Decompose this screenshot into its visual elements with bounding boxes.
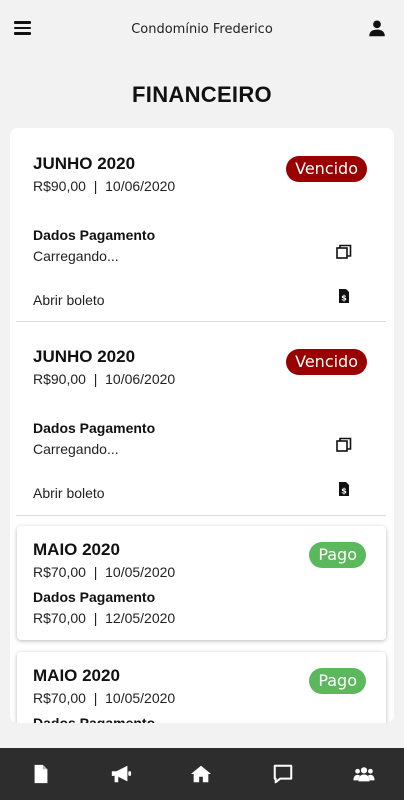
status-badge: Pago bbox=[309, 668, 366, 694]
bill-month: MAIO 2020 bbox=[33, 666, 120, 685]
open-boleto-link[interactable]: Abrir boleto bbox=[33, 292, 105, 308]
svg-text:$: $ bbox=[341, 487, 347, 496]
status-badge: Vencido bbox=[286, 156, 367, 182]
home-icon[interactable] bbox=[190, 763, 212, 785]
paid-bill-card: MAIO 2020 R$70,00 | 10/05/2020 Pago Dado… bbox=[17, 652, 386, 723]
copy-icon[interactable] bbox=[336, 244, 352, 260]
status-badge: Vencido bbox=[286, 349, 367, 375]
payment-data-value: Carregando... bbox=[33, 248, 119, 264]
invoice-icon[interactable]: $ bbox=[336, 288, 352, 304]
group-icon[interactable] bbox=[352, 763, 376, 785]
payment-data-label: Dados Pagamento bbox=[33, 715, 156, 723]
bill-amount-date: R$90,00 | 10/06/2020 bbox=[33, 371, 176, 387]
copy-icon[interactable] bbox=[336, 437, 352, 453]
paid-bill-card: MAIO 2020 R$70,00 | 10/05/2020 Pago Dado… bbox=[17, 526, 386, 640]
bill-month: JUNHO 2020 bbox=[33, 347, 136, 366]
page-title: FINANCEIRO bbox=[132, 82, 272, 107]
bill-amount-date: R$90,00 | 10/06/2020 bbox=[33, 178, 176, 194]
bill-amount-date: R$70,00 | 10/05/2020 bbox=[33, 564, 176, 580]
payment-data-label: Dados Pagamento bbox=[33, 589, 156, 605]
user-icon[interactable] bbox=[366, 17, 388, 39]
payment-data-label: Dados Pagamento bbox=[33, 420, 156, 436]
bill-entry: JUNHO 2020 R$90,00 | 10/06/2020 Vencido … bbox=[10, 128, 394, 322]
status-badge: Pago bbox=[309, 542, 366, 568]
bill-month: MAIO 2020 bbox=[33, 540, 120, 559]
bill-amount-date: R$70,00 | 10/05/2020 bbox=[33, 690, 176, 706]
divider bbox=[16, 515, 386, 516]
payment-data-value: R$70,00 | 12/05/2020 bbox=[33, 610, 176, 626]
open-boleto-link[interactable]: Abrir boleto bbox=[33, 485, 105, 501]
megaphone-icon[interactable] bbox=[110, 763, 132, 785]
app-title: Condomínio Frederico bbox=[131, 22, 273, 37]
chat-icon[interactable] bbox=[272, 763, 294, 785]
invoice-icon[interactable]: $ bbox=[336, 481, 352, 497]
finance-list: JUNHO 2020 R$90,00 | 10/06/2020 Vencido … bbox=[10, 128, 394, 723]
svg-text:$: $ bbox=[341, 294, 347, 303]
bill-entry: JUNHO 2020 R$90,00 | 10/06/2020 Vencido … bbox=[10, 322, 394, 515]
top-bar: Condomínio Frederico bbox=[0, 0, 404, 60]
payment-data-label: Dados Pagamento bbox=[33, 227, 156, 243]
bottom-nav bbox=[0, 748, 404, 800]
document-icon[interactable] bbox=[30, 763, 52, 785]
payment-data-value: Carregando... bbox=[33, 441, 119, 457]
bill-month: JUNHO 2020 bbox=[33, 154, 136, 173]
